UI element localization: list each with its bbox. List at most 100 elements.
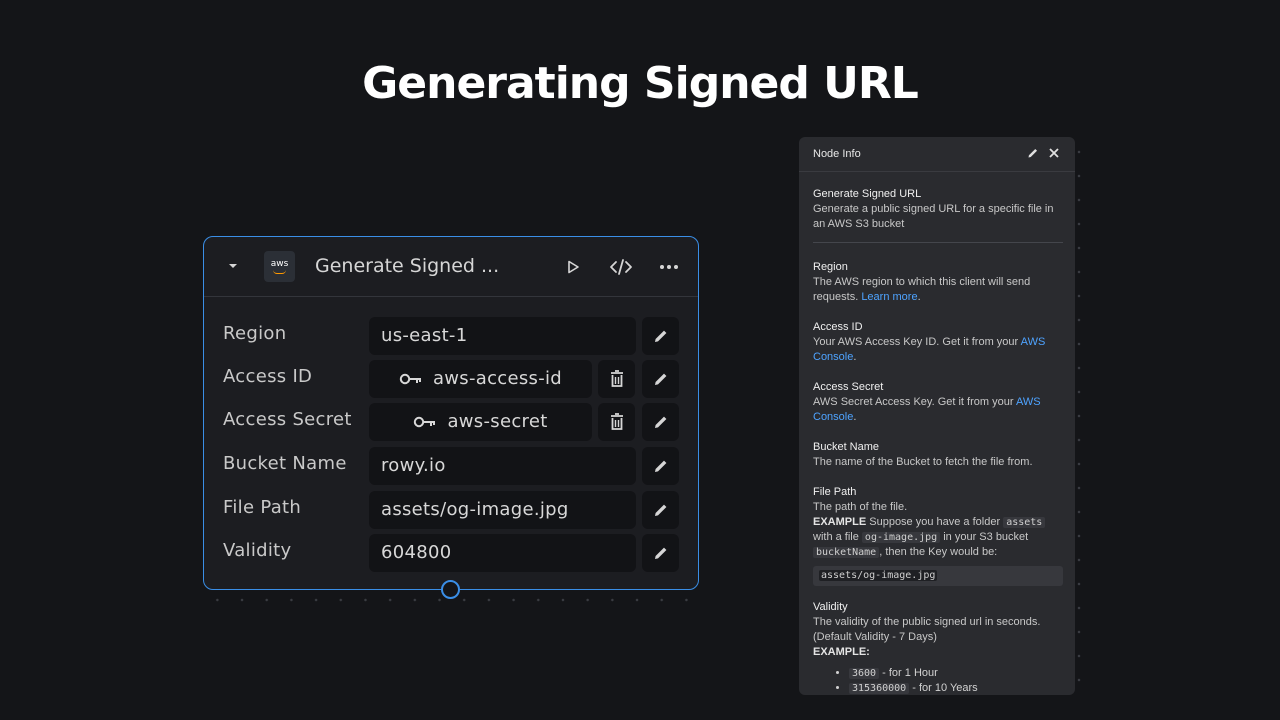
field-value: 604800: [381, 542, 452, 563]
panel-close-button[interactable]: [1048, 147, 1062, 161]
validity-field[interactable]: 604800: [369, 534, 636, 572]
code-icon: [610, 259, 632, 275]
slide-title: Generating Signed URL: [362, 58, 919, 109]
inline-code: assets: [1003, 517, 1046, 528]
example-text: , then the Key would be:: [879, 546, 998, 558]
more-options-button[interactable]: [656, 254, 682, 280]
code-block-text: assets/og-image.jpg: [819, 570, 938, 581]
section-heading: Access ID: [813, 321, 863, 333]
field-value: aws-secret: [447, 411, 548, 432]
pencil-icon: [654, 416, 666, 428]
pencil-icon: [654, 330, 666, 342]
panel-header: Node Info: [799, 137, 1075, 172]
section-heading: Bucket Name: [813, 441, 880, 453]
edit-access-secret-button[interactable]: [642, 403, 679, 441]
code-button[interactable]: [608, 254, 634, 280]
run-button[interactable]: [560, 254, 586, 280]
section-text: The name of the Bucket to fetch the file…: [813, 456, 1033, 468]
example-text: Suppose you have a folder: [869, 516, 1001, 528]
example-text: with a file: [813, 531, 859, 543]
node-output-port[interactable]: [441, 580, 460, 599]
section-text: Generate a public signed URL for a speci…: [813, 203, 1054, 230]
pencil-icon: [654, 504, 666, 516]
aws-signed-url-node[interactable]: aws Generate Signed ... Region us-east-1…: [203, 236, 699, 590]
node-info-panel: Node Info Generate Signed URL Generate a…: [799, 137, 1075, 695]
aws-smile-mark: [273, 270, 286, 274]
section-heading: Validity: [813, 601, 848, 613]
aws-logo-text: aws: [270, 259, 289, 269]
panel-divider: [813, 242, 1063, 243]
code-block: assets/og-image.jpg: [813, 566, 1063, 586]
list-item-text: - for 1 Hour: [882, 667, 938, 679]
field-row-region: Region us-east-1: [204, 317, 700, 355]
trash-icon: [610, 413, 623, 430]
aws-logo: aws: [264, 251, 295, 282]
inline-code: 315360000: [849, 683, 910, 694]
section-text: AWS Secret Access Key. Get it from your: [813, 396, 1014, 408]
key-icon: [414, 416, 436, 427]
section-text: The validity of the public signed url in…: [813, 616, 1041, 643]
bucket-name-field[interactable]: rowy.io: [369, 447, 636, 485]
field-row-validity: Validity 604800: [204, 534, 700, 572]
field-row-file-path: File Path assets/og-image.jpg: [204, 491, 700, 529]
learn-more-link[interactable]: Learn more: [861, 291, 917, 303]
field-label: Access ID: [223, 366, 313, 387]
info-region: Region The AWS region to which this clie…: [813, 260, 1063, 305]
list-item: 315360000 - for 10 Years: [849, 681, 1063, 696]
validity-examples-list: 3600 - for 1 Hour 315360000 - for 10 Yea…: [849, 666, 1063, 696]
edit-region-button[interactable]: [642, 317, 679, 355]
edit-access-id-button[interactable]: [642, 360, 679, 398]
section-heading: Region: [813, 261, 848, 273]
field-row-bucket-name: Bucket Name rowy.io: [204, 447, 700, 485]
section-heading: Access Secret: [813, 381, 884, 393]
panel-edit-button[interactable]: [1027, 147, 1041, 161]
trash-icon: [610, 370, 623, 387]
info-bucket-name: Bucket Name The name of the Bucket to fe…: [813, 440, 1063, 470]
close-icon: [1049, 148, 1059, 158]
inline-code: bucketName: [813, 547, 880, 558]
region-field[interactable]: us-east-1: [369, 317, 636, 355]
pencil-icon: [654, 373, 666, 385]
panel-body: Generate Signed URL Generate a public si…: [813, 187, 1063, 711]
access-secret-field[interactable]: aws-secret: [369, 403, 592, 441]
pencil-icon: [654, 547, 666, 559]
info-access-secret: Access Secret AWS Secret Access Key. Get…: [813, 380, 1063, 425]
delete-access-secret-button[interactable]: [598, 403, 635, 441]
node-title: Generate Signed ...: [315, 255, 500, 277]
example-label: EXAMPLE:: [813, 646, 870, 658]
collapse-caret-icon[interactable]: [226, 259, 242, 275]
pencil-icon: [1028, 148, 1038, 158]
edit-validity-button[interactable]: [642, 534, 679, 572]
canvas-dot-grid-right: [1076, 140, 1082, 695]
edit-file-path-button[interactable]: [642, 491, 679, 529]
field-value: assets/og-image.jpg: [381, 499, 569, 520]
info-validity: Validity The validity of the public sign…: [813, 600, 1063, 696]
inline-code: 3600: [849, 668, 880, 679]
access-id-secret-field[interactable]: aws-access-id: [369, 360, 592, 398]
play-icon: [568, 260, 579, 274]
example-text: in your S3 bucket: [943, 531, 1029, 543]
field-row-access-secret: Access Secret aws-secret: [204, 403, 700, 441]
section-text: The AWS region to which this client will…: [813, 276, 1031, 303]
edit-bucket-name-button[interactable]: [642, 447, 679, 485]
field-label: Bucket Name: [223, 453, 347, 474]
field-label: Region: [223, 323, 287, 344]
list-item: 3600 - for 1 Hour: [849, 666, 1063, 681]
key-icon: [399, 373, 421, 384]
inline-code: og-image.jpg: [861, 532, 941, 543]
field-label: File Path: [223, 497, 302, 518]
pencil-icon: [654, 460, 666, 472]
field-value: rowy.io: [381, 455, 446, 476]
info-access-id: Access ID Your AWS Access Key ID. Get it…: [813, 320, 1063, 365]
field-value: aws-access-id: [432, 368, 563, 389]
field-label: Validity: [223, 540, 292, 561]
info-intro: Generate Signed URL Generate a public si…: [813, 187, 1063, 232]
list-item-text: - for 10 Years: [912, 682, 978, 694]
more-dots-icon: [660, 265, 678, 269]
section-heading: File Path: [813, 486, 857, 498]
panel-title: Node Info: [813, 148, 861, 160]
delete-access-id-button[interactable]: [598, 360, 635, 398]
file-path-field[interactable]: assets/og-image.jpg: [369, 491, 636, 529]
field-label: Access Secret: [223, 409, 352, 430]
example-label: EXAMPLE: [813, 516, 867, 528]
